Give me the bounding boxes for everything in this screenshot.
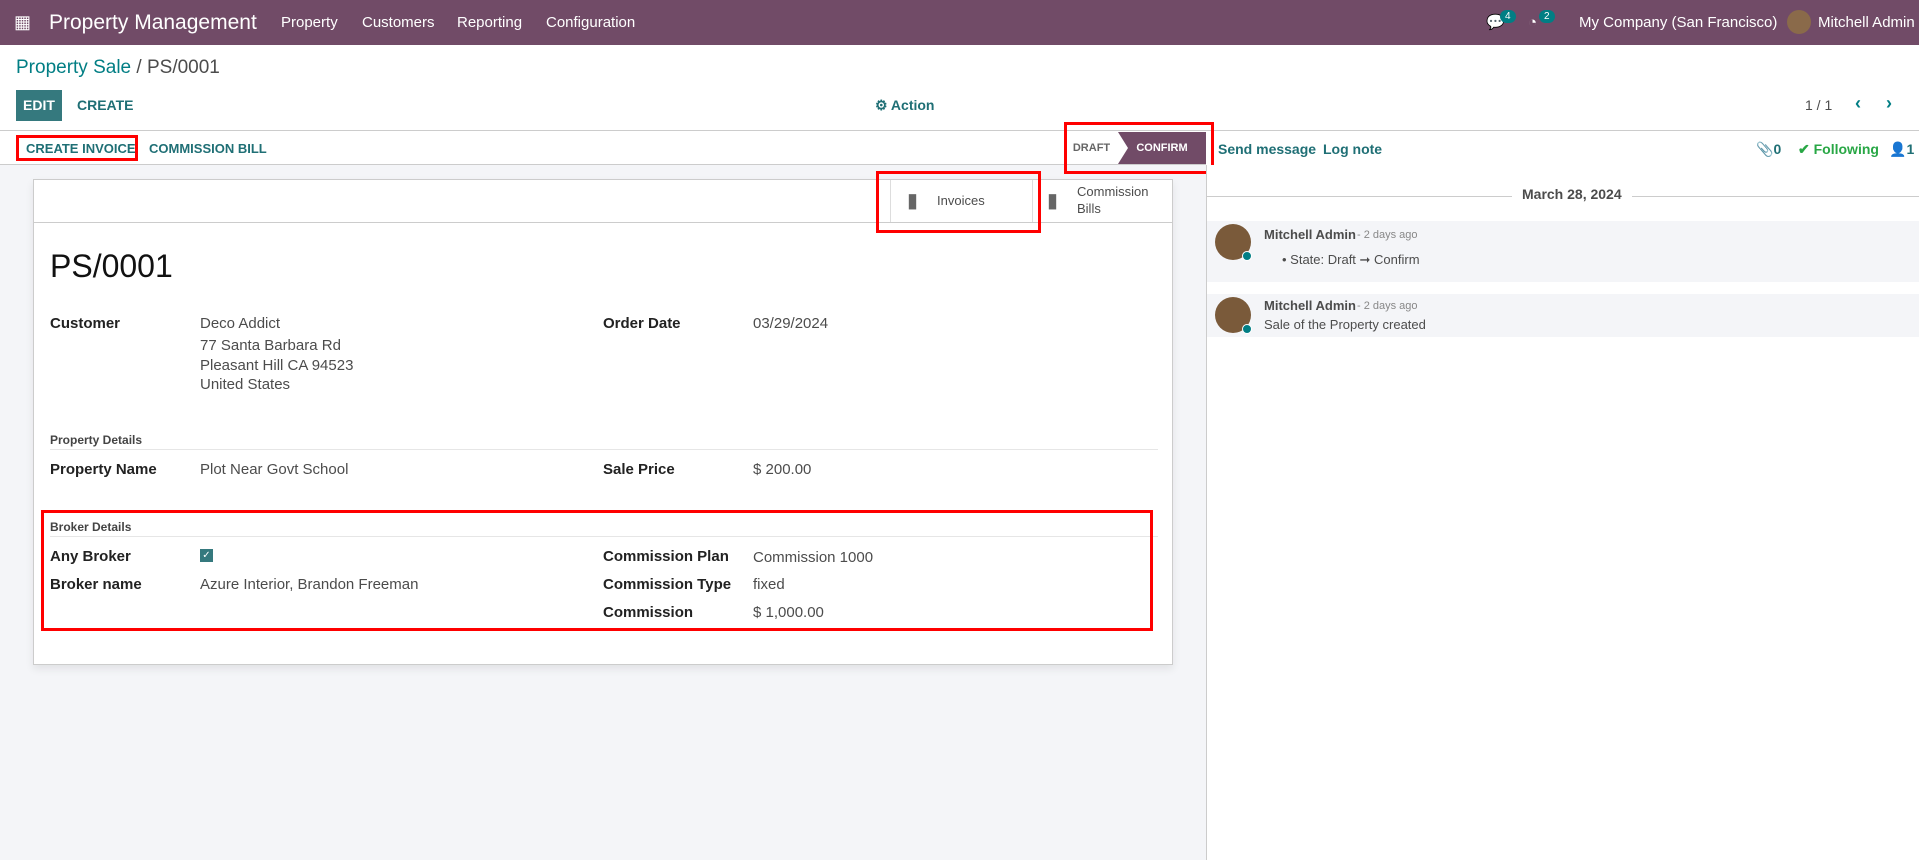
breadcrumb-current: PS/0001 xyxy=(146,57,220,78)
commission-bill-button[interactable]: COMMISSION BILL xyxy=(149,141,267,156)
message-author[interactable]: Mitchell Admin xyxy=(1264,227,1356,242)
commission-bills-smart-button[interactable]: ▮ Commission Bills xyxy=(1034,180,1172,222)
commission-bills-label: Commission Bills xyxy=(1077,184,1149,216)
menu-property[interactable]: Property xyxy=(281,0,338,45)
edit-button[interactable]: EDIT xyxy=(16,90,62,121)
message-body: Sale of the Property created xyxy=(1264,317,1426,332)
message-time: - 2 days ago xyxy=(1357,300,1418,312)
person-icon: 👤 xyxy=(1889,141,1907,157)
menu-customers[interactable]: Customers xyxy=(362,0,435,45)
control-panel: Property Sale / PS/0001 EDIT CREATE ⚙ Ac… xyxy=(0,45,1919,165)
breadcrumb-separator: / xyxy=(131,57,147,78)
apps-menu-icon[interactable]: ▦ xyxy=(14,0,31,45)
log-note-button[interactable]: Log note xyxy=(1323,141,1382,157)
property-details-heading: Property Details xyxy=(50,433,143,447)
message-body: • State: Draft ➞ Confirm xyxy=(1282,252,1420,267)
app-title[interactable]: Property Management xyxy=(49,0,257,45)
online-status-icon xyxy=(1242,251,1252,261)
property-name-link[interactable]: Plot Near Govt School xyxy=(200,461,348,478)
navbar: ▦ Property Management Property Customers… xyxy=(0,0,1919,45)
highlight-create-invoice xyxy=(16,135,138,161)
breadcrumb-parent[interactable]: Property Sale xyxy=(16,57,131,78)
following-label: Following xyxy=(1813,141,1879,157)
message: Mitchell Admin - 2 days ago Sale of the … xyxy=(1207,294,1919,337)
document-icon: ▮ xyxy=(1047,190,1059,212)
customer-link[interactable]: Deco Addict xyxy=(200,315,280,332)
action-menu[interactable]: ⚙ Action xyxy=(875,97,934,114)
activities-icon[interactable]: ◔ xyxy=(1528,0,1537,45)
pager-next-icon[interactable]: › xyxy=(1886,93,1892,114)
online-status-icon xyxy=(1242,324,1252,334)
activities-badge: 2 xyxy=(1539,10,1555,23)
company-switcher[interactable]: My Company (San Francisco) xyxy=(1579,0,1777,45)
user-avatar[interactable] xyxy=(1787,10,1811,34)
address-line: 77 Santa Barbara Rd xyxy=(200,337,341,354)
order-date-value: 03/29/2024 xyxy=(753,315,829,332)
tracking-value: State: Draft ➞ Confirm xyxy=(1290,252,1420,267)
breadcrumb: Property Sale / PS/0001 xyxy=(16,57,220,79)
action-label: Action xyxy=(890,97,935,113)
following-button[interactable]: ✔ Following xyxy=(1798,141,1879,158)
divider xyxy=(0,130,1919,131)
followers-count: 1 xyxy=(1906,141,1915,157)
highlight-statusbar xyxy=(1064,122,1214,174)
customer-label: Customer xyxy=(50,315,121,332)
user-menu[interactable]: Mitchell Admin xyxy=(1818,0,1915,45)
send-message-button[interactable]: Send message xyxy=(1218,141,1316,157)
paperclip-icon: 📎 xyxy=(1756,141,1774,157)
attachments-button[interactable]: 📎0 xyxy=(1756,141,1781,158)
order-date-label: Order Date xyxy=(603,315,681,332)
highlight-invoices-button xyxy=(876,171,1041,233)
pager-value[interactable]: 1 / 1 xyxy=(1805,97,1832,113)
attachments-count: 0 xyxy=(1773,141,1782,157)
create-button[interactable]: CREATE xyxy=(77,97,134,113)
message-author[interactable]: Mitchell Admin xyxy=(1264,298,1356,313)
messages-badge: 4 xyxy=(1500,10,1516,23)
messages-icon[interactable]: 💬 xyxy=(1486,0,1505,45)
check-icon: ✔ xyxy=(1798,141,1814,157)
chatter: March 28, 2024 Mitchell Admin - 2 days a… xyxy=(1206,165,1919,860)
property-name-label: Property Name xyxy=(50,461,157,478)
followers-button[interactable]: 👤1 xyxy=(1889,141,1914,158)
highlight-broker-details xyxy=(41,510,1153,631)
record-name: PS/0001 xyxy=(50,248,173,284)
divider xyxy=(0,164,1206,165)
pager-previous-icon[interactable]: ‹ xyxy=(1855,93,1861,114)
sale-price-label: Sale Price xyxy=(603,461,675,478)
divider xyxy=(50,449,1158,450)
menu-reporting[interactable]: Reporting xyxy=(457,0,522,45)
sale-price-value: $ 200.00 xyxy=(753,461,812,478)
gear-icon: ⚙ xyxy=(875,97,891,113)
address-line: United States xyxy=(200,376,291,393)
menu-configuration[interactable]: Configuration xyxy=(546,0,635,45)
message: Mitchell Admin - 2 days ago • State: Dra… xyxy=(1207,221,1919,282)
address-line: Pleasant Hill CA 94523 xyxy=(200,357,354,374)
message-time: - 2 days ago xyxy=(1357,229,1418,241)
date-separator: March 28, 2024 xyxy=(1512,186,1632,202)
